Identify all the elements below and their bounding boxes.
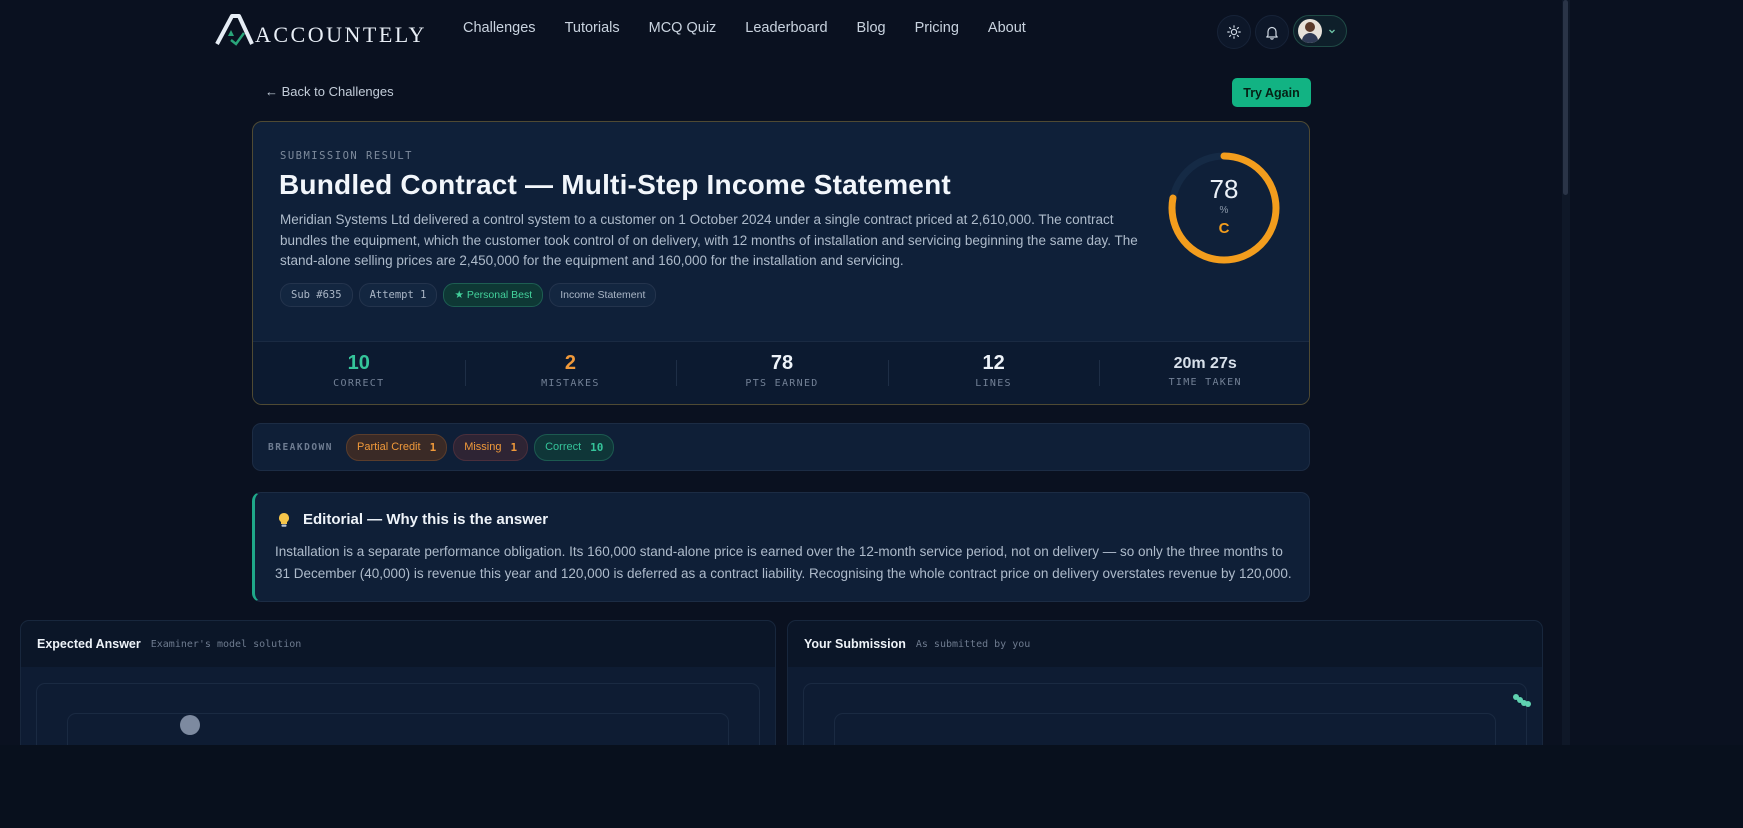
personal-best-badge: ★ Personal Best xyxy=(443,283,544,307)
missing-pill[interactable]: Missing 1 xyxy=(453,433,529,461)
stat-label: TIME TAKEN xyxy=(1168,377,1242,388)
your-submission-panel: Your Submission As submitted by you xyxy=(787,620,1543,746)
result-chips: Sub #635 Attempt 1 ★ Personal Best Incom… xyxy=(280,283,662,307)
try-again-button[interactable]: Try Again xyxy=(1232,78,1311,107)
theme-toggle-button[interactable] xyxy=(1217,15,1251,49)
statement-frame-inner xyxy=(834,713,1496,745)
scrollbar-thumb[interactable] xyxy=(1563,0,1568,195)
attempt-chip: Attempt 1 xyxy=(358,283,438,307)
bell-icon xyxy=(1266,26,1278,40)
pill-count: 10 xyxy=(590,440,604,454)
editorial-title-row: Editorial — Why this is the answer xyxy=(277,511,548,528)
nav-link-pricing[interactable]: Pricing xyxy=(915,20,959,36)
expected-answer-subtitle: Examiner's model solution xyxy=(150,638,302,650)
submission-id-chip: Sub #635 xyxy=(280,283,353,307)
caterpillar-icon xyxy=(1513,694,1531,707)
pill-count: 1 xyxy=(510,440,518,454)
stat-label: CORRECT xyxy=(333,378,385,389)
your-submission-title: Your Submission xyxy=(804,637,906,651)
partial-credit-pill[interactable]: Partial Credit 1 xyxy=(345,433,448,461)
category-chip: Income Statement xyxy=(549,283,657,307)
statement-frame-inner xyxy=(67,713,729,745)
pill-label: Missing xyxy=(464,441,502,453)
avatar xyxy=(1298,19,1322,43)
nav-links: Challenges Tutorials MCQ Quiz Leaderboar… xyxy=(463,20,1055,36)
page-background xyxy=(0,745,1743,828)
back-to-challenges-link[interactable]: ← Back to Challenges xyxy=(265,84,394,99)
lightbulb-icon xyxy=(279,512,289,527)
stats-row: 10 CORRECT 2 MISTAKES 78 PTS EARNED 12 L… xyxy=(253,341,1309,404)
expected-answer-panel: Expected Answer Examiner's model solutio… xyxy=(20,620,776,746)
stat-lines: 12 LINES xyxy=(887,342,1100,404)
nav-link-leaderboard[interactable]: Leaderboard xyxy=(745,20,827,36)
user-menu-button[interactable] xyxy=(1293,15,1347,47)
score-value: 78 xyxy=(1209,174,1239,204)
score-unit: % xyxy=(1219,205,1229,216)
pill-count: 1 xyxy=(429,440,437,454)
node-handle-icon[interactable] xyxy=(180,715,200,735)
nav-link-tutorials[interactable]: Tutorials xyxy=(565,20,620,36)
submission-result-card: SUBMISSION RESULT Bundled Contract — Mul… xyxy=(252,121,1310,405)
brand-name: ACCOUNTELY xyxy=(255,22,427,47)
stat-correct: 10 CORRECT xyxy=(253,342,465,404)
sun-icon xyxy=(1227,25,1241,39)
notifications-button[interactable] xyxy=(1255,15,1289,49)
your-submission-subtitle: As submitted by you xyxy=(915,638,1031,650)
pill-label: Correct xyxy=(545,441,582,453)
expected-answer-body xyxy=(21,667,775,745)
stat-value: 12 xyxy=(982,352,1005,374)
stat-value: 20m 27s xyxy=(1173,355,1237,372)
expected-answer-title: Expected Answer xyxy=(37,637,141,651)
stat-mistakes: 2 MISTAKES xyxy=(464,342,677,404)
your-submission-header: Your Submission As submitted by you xyxy=(788,621,1542,668)
brand-logo[interactable]: ACCOUNTELY xyxy=(215,14,427,48)
stat-value: 78 xyxy=(770,352,794,374)
nav-link-about[interactable]: About xyxy=(988,20,1026,36)
chevron-down-icon xyxy=(1329,29,1335,34)
stat-value: 10 xyxy=(347,352,370,374)
stat-label: PTS EARNED xyxy=(745,378,819,389)
nav-link-blog[interactable]: Blog xyxy=(857,20,886,36)
editorial-text: Installation is a separate performance o… xyxy=(275,544,1292,581)
challenge-title: Bundled Contract — Multi-Step Income Sta… xyxy=(279,169,951,200)
expected-answer-header: Expected Answer Examiner's model solutio… xyxy=(21,621,775,668)
score-grade: C xyxy=(1218,220,1230,237)
nav-link-mcq-quiz[interactable]: MCQ Quiz xyxy=(649,20,717,36)
breakdown-bar: BREAKDOWN Partial Credit 1 Missing 1 Cor… xyxy=(252,423,1310,471)
stat-label: MISTAKES xyxy=(541,378,600,389)
editorial-title: Editorial — Why this is the answer xyxy=(303,511,549,528)
your-submission-body xyxy=(788,667,1542,745)
challenge-description: Meridian Systems Ltd delivered a control… xyxy=(280,212,1138,268)
editorial-card: Editorial — Why this is the answer Insta… xyxy=(252,492,1310,602)
correct-pill[interactable]: Correct 10 xyxy=(534,433,615,461)
nav-link-challenges[interactable]: Challenges xyxy=(463,20,536,36)
result-eyebrow: SUBMISSION RESULT xyxy=(280,150,413,162)
stat-time: 20m 27s TIME TAKEN xyxy=(1099,342,1309,404)
breakdown-label: BREAKDOWN xyxy=(268,441,333,453)
pill-label: Partial Credit xyxy=(356,441,421,453)
stat-value: 2 xyxy=(564,352,576,374)
stat-points: 78 PTS EARNED xyxy=(676,342,888,404)
top-nav: ACCOUNTELY Challenges Tutorials MCQ Quiz… xyxy=(0,0,1563,62)
logo-mark-icon xyxy=(215,14,255,48)
stat-label: LINES xyxy=(975,378,1012,389)
